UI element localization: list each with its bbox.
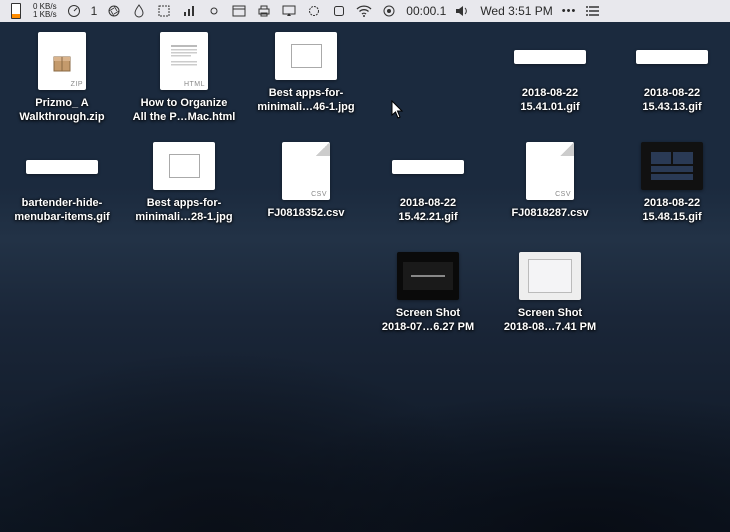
printer-icon[interactable] (256, 3, 272, 19)
badge-zip: ZIP (71, 81, 83, 88)
file-gif[interactable]: 2018-08-22 15.43.13.gif (612, 30, 730, 140)
file-label: FJ0818352.csv (267, 206, 344, 220)
file-csv[interactable]: CSV FJ0818287.csv (490, 140, 610, 250)
gauge-icon[interactable] (66, 3, 82, 19)
list-icon[interactable] (585, 3, 601, 19)
file-label: Screen Shot 2018-08…7.41 PM (504, 306, 596, 334)
record-icon[interactable] (381, 3, 397, 19)
gif-thumb (636, 50, 708, 64)
file-label: 2018-08-22 15.43.13.gif (642, 86, 701, 114)
timer-label[interactable]: 00:00.1 (406, 4, 446, 18)
badge-csv: CSV (311, 191, 327, 198)
zip-icon: ZIP (38, 32, 86, 90)
counter-label[interactable]: 1 (91, 4, 98, 18)
file-jpg[interactable]: Best apps-for- minimali…28-1.jpg (124, 140, 244, 250)
gif-thumb (392, 160, 464, 174)
file-label: 2018-08-22 15.41.01.gif (520, 86, 579, 114)
selection-icon[interactable] (156, 3, 172, 19)
file-zip[interactable]: ZIP Prizmo_ A Walkthrough.zip (2, 30, 122, 140)
file-label: How to Organize All the P…Mac.html (133, 96, 236, 124)
gif-thumb-dark (641, 142, 703, 190)
file-gif[interactable]: 2018-08-22 15.48.15.gif (612, 140, 730, 250)
bars-icon[interactable] (181, 3, 197, 19)
droplet-icon[interactable] (131, 3, 147, 19)
file-gif[interactable]: bartender-hide- menubar-items.gif (2, 140, 122, 250)
file-label: 2018-08-22 15.42.21.gif (398, 196, 457, 224)
badge-html: HTML (184, 81, 205, 88)
desktop[interactable]: ZIP Prizmo_ A Walkthrough.zip HTML How t… (0, 30, 730, 532)
file-label: Best apps-for- minimali…46-1.jpg (257, 86, 354, 114)
network-stats[interactable]: 0 KB/s 1 KB/s (33, 3, 57, 19)
clock[interactable]: Wed 3:51 PM (480, 4, 552, 18)
html-icon: HTML (160, 32, 208, 90)
file-csv[interactable]: CSV FJ0818352.csv (246, 140, 366, 250)
aperture-icon[interactable] (106, 3, 122, 19)
file-label: Prizmo_ A Walkthrough.zip (19, 96, 104, 124)
file-gif[interactable]: 2018-08-22 15.41.01.gif (490, 30, 610, 140)
overflow-icon[interactable]: ••• (562, 5, 577, 17)
file-label: bartender-hide- menubar-items.gif (14, 196, 109, 224)
image-thumb (153, 142, 215, 190)
rounded-square-icon[interactable] (331, 3, 347, 19)
file-label: Best apps-for- minimali…28-1.jpg (135, 196, 232, 224)
file-screenshot[interactable]: Screen Shot 2018-07…6.27 PM (368, 250, 488, 360)
gif-thumb (26, 160, 98, 174)
file-label: Screen Shot 2018-07…6.27 PM (382, 306, 474, 334)
screenshot-thumb (397, 252, 459, 300)
circle-dash-icon[interactable] (306, 3, 322, 19)
badge-csv: CSV (555, 191, 571, 198)
file-screenshot[interactable]: Screen Shot 2018-08…7.41 PM (490, 250, 610, 360)
file-label: 2018-08-22 15.48.15.gif (642, 196, 701, 224)
battery-icon[interactable] (8, 3, 24, 19)
file-jpg[interactable]: Best apps-for- minimali…46-1.jpg (246, 30, 366, 140)
gif-thumb (514, 50, 586, 64)
menubar: 0 KB/s 1 KB/s 1 00:00.1 Wed 3:51 (0, 0, 730, 22)
file-label: FJ0818287.csv (511, 206, 588, 220)
screenshot-thumb (519, 252, 581, 300)
wifi-icon[interactable] (356, 3, 372, 19)
file-html[interactable]: HTML How to Organize All the P…Mac.html (124, 30, 244, 140)
window-icon[interactable] (231, 3, 247, 19)
csv-icon: CSV (526, 142, 574, 200)
file-gif[interactable]: 2018-08-22 15.42.21.gif (368, 140, 488, 250)
volume-icon[interactable] (455, 3, 471, 19)
airplay-icon[interactable] (281, 3, 297, 19)
image-thumb (275, 32, 337, 80)
csv-icon: CSV (282, 142, 330, 200)
dot-icon[interactable] (206, 3, 222, 19)
